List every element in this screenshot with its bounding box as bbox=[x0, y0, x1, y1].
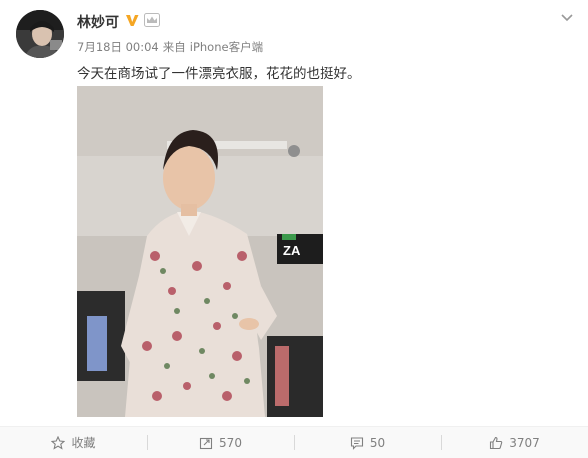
post-photo[interactable]: ZA bbox=[77, 86, 323, 417]
action-bar: 收藏 570 50 3707 bbox=[0, 427, 588, 458]
favorite-button[interactable]: 收藏 bbox=[0, 427, 147, 458]
post-date[interactable]: 7月18日 00:04 bbox=[77, 40, 159, 54]
like-button[interactable]: 3707 bbox=[441, 427, 588, 458]
post-meta: 7月18日 00:04 来自 iPhone客户端 bbox=[77, 39, 263, 55]
post-text: 今天在商场试了一件漂亮衣服，花花的也挺好。 bbox=[77, 66, 361, 82]
post-source[interactable]: iPhone客户端 bbox=[190, 40, 263, 54]
comment-button[interactable]: 50 bbox=[294, 427, 441, 458]
repost-count: 570 bbox=[219, 435, 242, 450]
like-count: 3707 bbox=[509, 435, 540, 450]
repost-button[interactable]: 570 bbox=[147, 427, 294, 458]
comment-icon bbox=[350, 436, 363, 450]
crown-icon[interactable] bbox=[144, 13, 160, 27]
avatar[interactable] bbox=[16, 10, 64, 58]
post-via: 来自 bbox=[162, 40, 186, 54]
favorite-label: 收藏 bbox=[71, 436, 96, 450]
chevron-down-icon[interactable] bbox=[560, 13, 574, 23]
comment-count: 50 bbox=[369, 435, 386, 450]
username[interactable]: 林妙可 bbox=[77, 12, 119, 32]
photo-scene: ZA bbox=[77, 86, 323, 417]
star-icon bbox=[51, 435, 66, 450]
thumbs-up-icon bbox=[490, 436, 503, 449]
verified-v-icon bbox=[126, 15, 139, 26]
avatar-image bbox=[16, 10, 64, 58]
repost-icon bbox=[199, 437, 213, 449]
brand-sign: ZA bbox=[283, 243, 301, 258]
